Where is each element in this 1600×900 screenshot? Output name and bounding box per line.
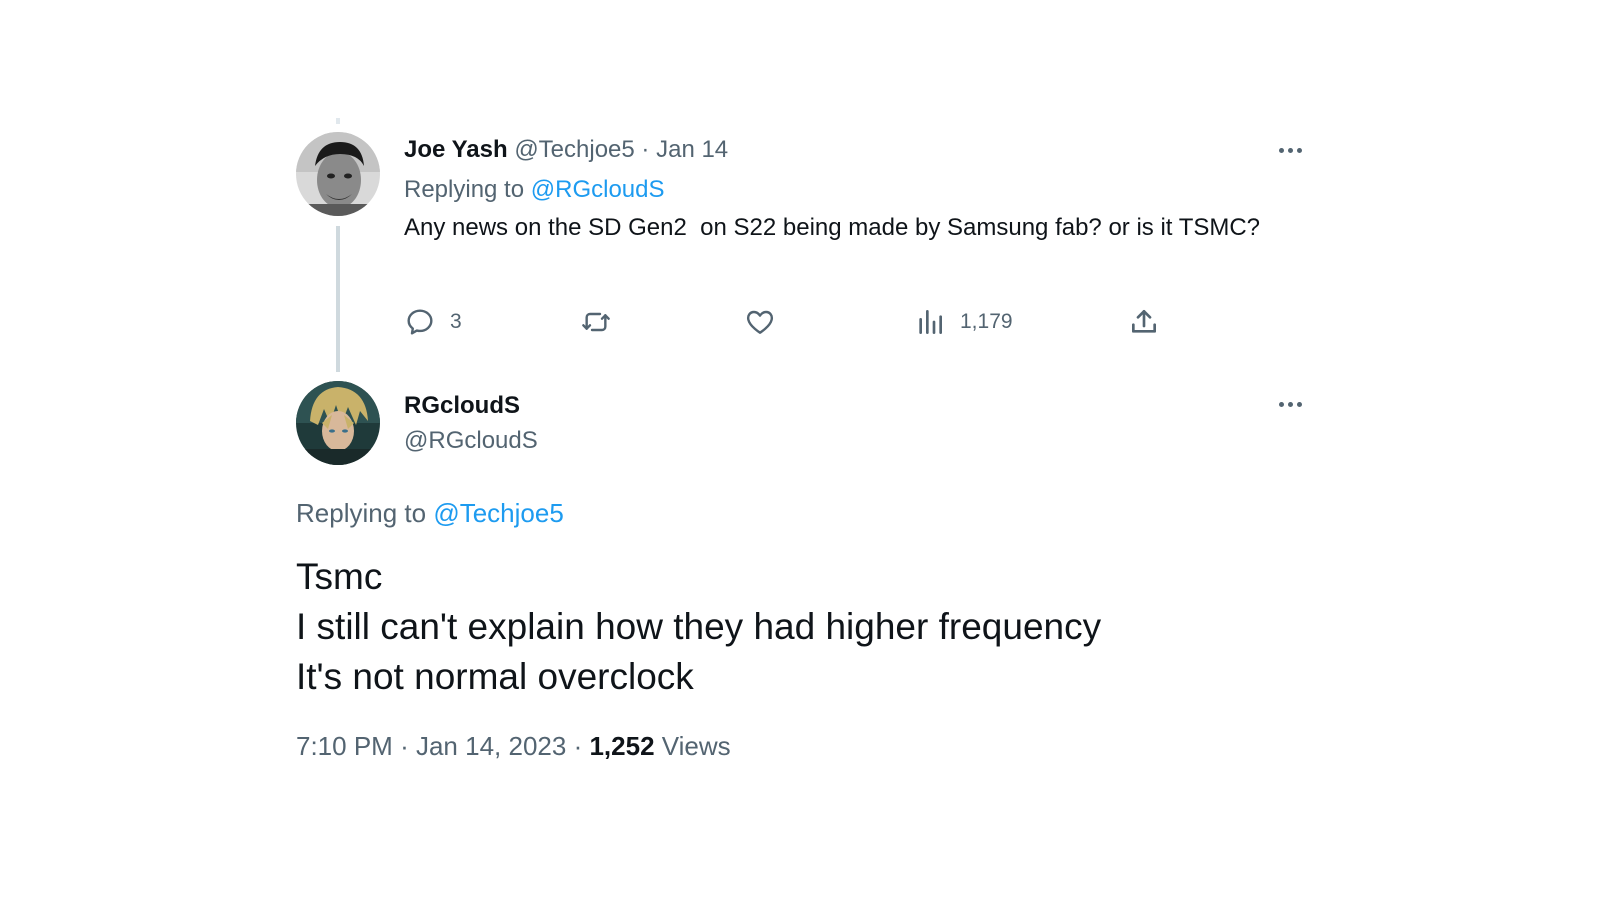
reply-icon [407, 309, 433, 335]
more-options-button[interactable] [1270, 392, 1310, 416]
views-count: 1,179 [960, 310, 1013, 333]
tweet-meta: 7:10 PM · Jan 14, 2023 · 1,252 Views [296, 728, 731, 764]
separator: · [641, 136, 650, 163]
separator: · [400, 731, 409, 761]
tweet-date[interactable]: Jan 14 [656, 136, 728, 163]
retweet-icon [582, 312, 610, 332]
avatar[interactable] [296, 381, 380, 465]
share-icon [1132, 310, 1156, 333]
avatar-rgclouds-image [296, 381, 380, 465]
more-options-button[interactable] [1270, 138, 1310, 162]
display-name[interactable]: RGcloudS [404, 389, 520, 423]
reply-count: 3 [450, 310, 462, 333]
more-icon-dot [1296, 147, 1302, 153]
more-icon-dot [1296, 401, 1302, 407]
tweet-text-line: I still can't explain how they had highe… [296, 606, 1102, 647]
tweet-text-line: Tsmc [296, 556, 383, 597]
more-icon-dot [1287, 401, 1293, 407]
replying-to-link[interactable]: @Techjoe5 [433, 498, 563, 528]
share-button[interactable] [1128, 304, 1160, 340]
like-icon [746, 310, 774, 334]
tweet-text-line: It's not normal overclock [296, 656, 694, 697]
more-icon-dot [1287, 147, 1293, 153]
thread-connector-top [336, 118, 340, 124]
tweet-text: Tsmc I still can't explain how they had … [296, 552, 1101, 702]
tweet-header: Joe Yash @Techjoe5 · Jan 14 [404, 133, 728, 167]
user-handle[interactable]: @Techjoe5 [514, 136, 634, 163]
views-icon [919, 310, 942, 334]
retweet-button[interactable] [580, 304, 612, 340]
tweet-actions: 3 1,179 [404, 304, 1184, 340]
avatar[interactable] [296, 132, 380, 216]
user-handle[interactable]: @RGcloudS [404, 424, 538, 458]
display-name[interactable]: Joe Yash [404, 136, 508, 163]
tweet-text: Any news on the SD Gen2 on S22 being mad… [404, 214, 1261, 241]
views-count: 1,252 [589, 731, 655, 761]
more-icon [1278, 147, 1284, 153]
replying-prefix: Replying to [296, 498, 427, 528]
reply-button[interactable]: 3 [404, 304, 462, 340]
more-icon [1278, 401, 1284, 407]
tweet-time[interactable]: 7:10 PM [296, 731, 393, 761]
like-button[interactable] [744, 304, 776, 340]
avatar-joe-yash-image [296, 132, 380, 216]
views-button[interactable]: 1,179 [914, 304, 1013, 340]
replying-to-line: Replying to @Techjoe5 [296, 495, 564, 531]
separator: · [573, 731, 583, 761]
tweet-date[interactable]: Jan 14, 2023 [416, 731, 566, 761]
views-label: Views [661, 731, 731, 761]
replying-to-line: Replying to @RGcloudS [404, 173, 665, 207]
replying-to-link[interactable]: @RGcloudS [531, 176, 665, 203]
replying-prefix: Replying to [404, 176, 525, 203]
thread-connector-line [336, 226, 340, 372]
